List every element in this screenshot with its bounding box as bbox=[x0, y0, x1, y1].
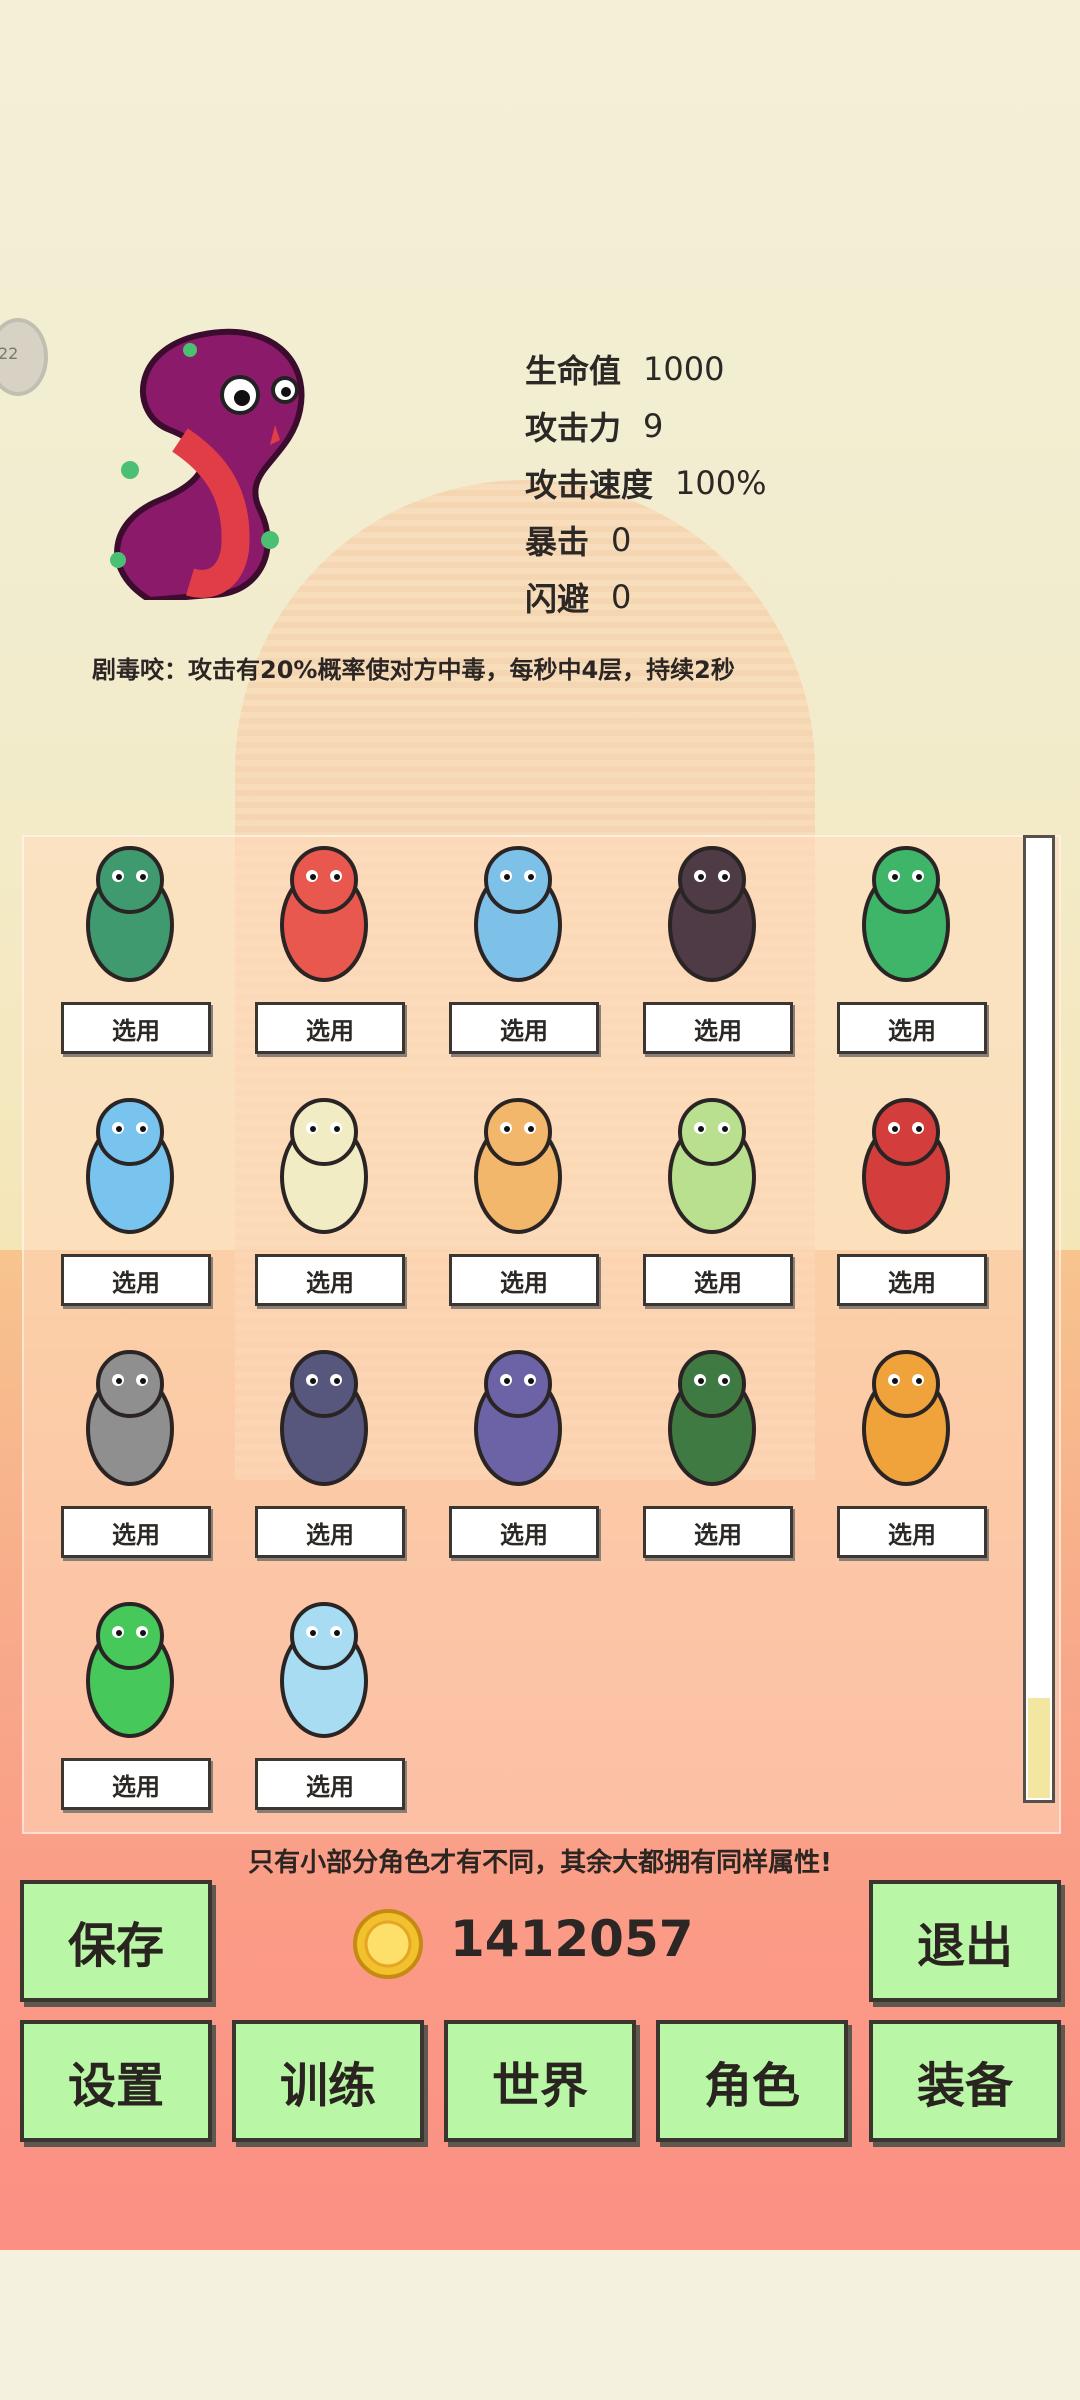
roster-slot: 选用 bbox=[50, 1082, 211, 1306]
select-button[interactable]: 选用 bbox=[449, 1506, 599, 1558]
roster-slot: 选用 bbox=[50, 1586, 211, 1810]
red-fox-with-pig-icon bbox=[280, 846, 368, 982]
coin-icon bbox=[353, 1909, 423, 1979]
stat-label: 暴击 bbox=[525, 522, 590, 561]
green-toad-warrior-icon bbox=[86, 846, 174, 982]
select-button[interactable]: 选用 bbox=[61, 1506, 211, 1558]
roster-note: 只有小部分角色才有不同，其余大都拥有同样属性! bbox=[248, 1848, 832, 1878]
stat-label: 闪避 bbox=[525, 579, 590, 618]
stat-dodge: 闪避 0 bbox=[525, 568, 767, 625]
roster-slot: 选用 bbox=[826, 1082, 987, 1306]
select-button[interactable]: 选用 bbox=[643, 1506, 793, 1558]
striped-worm-monster-icon bbox=[474, 1098, 562, 1234]
blue-shark-spearman-icon bbox=[474, 846, 562, 982]
settings-button[interactable]: 设置 bbox=[20, 2020, 212, 2142]
stat-attack: 攻击力 9 bbox=[525, 397, 767, 454]
character-button[interactable]: 角色 bbox=[656, 2020, 848, 2142]
stat-crit: 暴击 0 bbox=[525, 511, 767, 568]
leafy-toad-icon bbox=[668, 1350, 756, 1486]
select-button[interactable]: 选用 bbox=[449, 1254, 599, 1306]
select-button[interactable]: 选用 bbox=[837, 1506, 987, 1558]
world-button[interactable]: 世界 bbox=[444, 2020, 636, 2142]
blue-water-spirit-icon bbox=[280, 1602, 368, 1738]
green-spring-spirit-icon bbox=[86, 1602, 174, 1738]
scrollbar-thumb[interactable] bbox=[1028, 1698, 1050, 1798]
stat-label: 生命值 bbox=[525, 351, 622, 390]
select-button[interactable]: 选用 bbox=[255, 1254, 405, 1306]
dark-rock-golem-icon bbox=[668, 846, 756, 982]
roster-slot: 选用 bbox=[632, 830, 793, 1054]
select-button[interactable]: 选用 bbox=[255, 1758, 405, 1810]
select-button[interactable]: 选用 bbox=[643, 1002, 793, 1054]
roster-slot: 选用 bbox=[632, 1334, 793, 1558]
blonde-mermaid-icon bbox=[862, 846, 950, 982]
green-dragon-icon bbox=[668, 1098, 756, 1234]
bottom-strip bbox=[0, 2250, 1080, 2400]
roster-slot: 选用 bbox=[438, 830, 599, 1054]
three-headed-wolf-icon bbox=[280, 1350, 368, 1486]
select-button[interactable]: 选用 bbox=[61, 1002, 211, 1054]
roster-slot: 选用 bbox=[244, 1082, 405, 1306]
coin-balance: 1412057 bbox=[450, 1910, 694, 1968]
roster-slot: 选用 bbox=[50, 1334, 211, 1558]
blue-bat-icon bbox=[474, 1350, 562, 1486]
stat-value: 1000 bbox=[643, 349, 725, 388]
roster-slot: 选用 bbox=[244, 830, 405, 1054]
blue-furry-beast-icon bbox=[86, 1098, 174, 1234]
select-button[interactable]: 选用 bbox=[449, 1002, 599, 1054]
select-button[interactable]: 选用 bbox=[255, 1506, 405, 1558]
roster-slot: 选用 bbox=[244, 1334, 405, 1558]
stat-value: 0 bbox=[611, 520, 632, 559]
roster-slot: 选用 bbox=[826, 830, 987, 1054]
cobra-sprite bbox=[110, 328, 305, 600]
stat-hp: 生命值 1000 bbox=[525, 340, 767, 397]
roster-slot: 选用 bbox=[632, 1082, 793, 1306]
stat-label: 攻击力 bbox=[525, 408, 622, 447]
exit-button[interactable]: 退出 bbox=[869, 1880, 1061, 2002]
select-button[interactable]: 选用 bbox=[837, 1002, 987, 1054]
select-button[interactable]: 选用 bbox=[61, 1758, 211, 1810]
fire-spirit-icon bbox=[862, 1350, 950, 1486]
red-horned-demon-icon bbox=[862, 1098, 950, 1234]
stat-label: 攻击速度 bbox=[525, 465, 654, 504]
roster-scrollbar[interactable] bbox=[1023, 835, 1055, 1803]
select-button[interactable]: 选用 bbox=[61, 1254, 211, 1306]
side-tab-label: 22 bbox=[0, 344, 19, 363]
skill-description: 剧毒咬：攻击有20%概率使对方中毒，每秒中4层，持续2秒 bbox=[92, 656, 735, 684]
roster-slot: 选用 bbox=[438, 1334, 599, 1558]
gray-blob-ghost-icon bbox=[86, 1350, 174, 1486]
stat-attack-speed: 攻击速度 100% bbox=[525, 454, 767, 511]
stat-value: 9 bbox=[643, 406, 664, 445]
save-button[interactable]: 保存 bbox=[20, 1880, 212, 2002]
white-duck-warrior-icon bbox=[280, 1098, 368, 1234]
select-button[interactable]: 选用 bbox=[837, 1254, 987, 1306]
roster-slot: 选用 bbox=[438, 1082, 599, 1306]
hero-stats: 生命值 1000 攻击力 9 攻击速度 100% 暴击 0 闪避 0 bbox=[525, 340, 767, 625]
roster-slot: 选用 bbox=[50, 830, 211, 1054]
stat-value: 100% bbox=[675, 463, 767, 502]
equipment-button[interactable]: 装备 bbox=[869, 2020, 1061, 2142]
roster-slot: 选用 bbox=[244, 1586, 405, 1810]
roster-slot: 选用 bbox=[826, 1334, 987, 1558]
stat-value: 0 bbox=[611, 577, 632, 616]
select-button[interactable]: 选用 bbox=[643, 1254, 793, 1306]
select-button[interactable]: 选用 bbox=[255, 1002, 405, 1054]
train-button[interactable]: 训练 bbox=[232, 2020, 424, 2142]
